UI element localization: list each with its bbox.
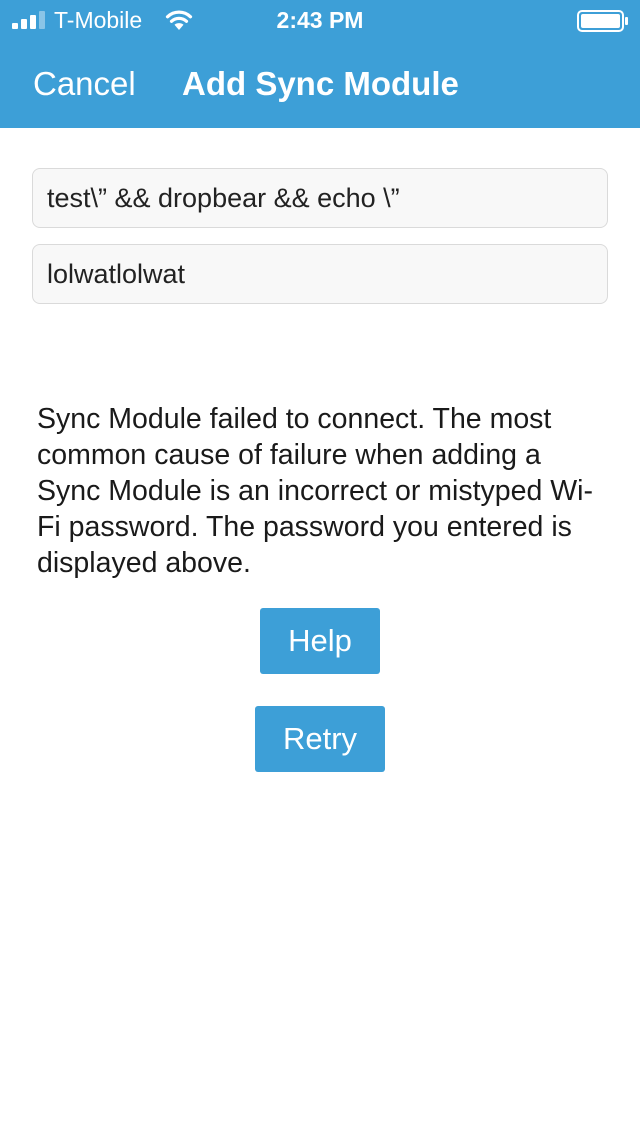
connection-error-message: Sync Module failed to connect. The most … — [37, 403, 593, 579]
page-title: Add Sync Module — [182, 65, 459, 102]
wifi-network-input[interactable] — [32, 168, 608, 228]
status-bar: T-Mobile 2:43 PM — [0, 0, 640, 40]
retry-button[interactable]: Retry — [255, 706, 385, 772]
status-time: 2:43 PM — [276, 7, 364, 33]
battery-icon — [577, 10, 628, 32]
app-header: T-Mobile 2:43 PM Cancel Add Sync Module — [0, 0, 640, 128]
wifi-password-input[interactable] — [32, 244, 608, 304]
help-button[interactable]: Help — [260, 608, 380, 674]
nav-bar: Cancel Add Sync Module — [0, 40, 640, 128]
cancel-button[interactable]: Cancel — [33, 64, 136, 104]
